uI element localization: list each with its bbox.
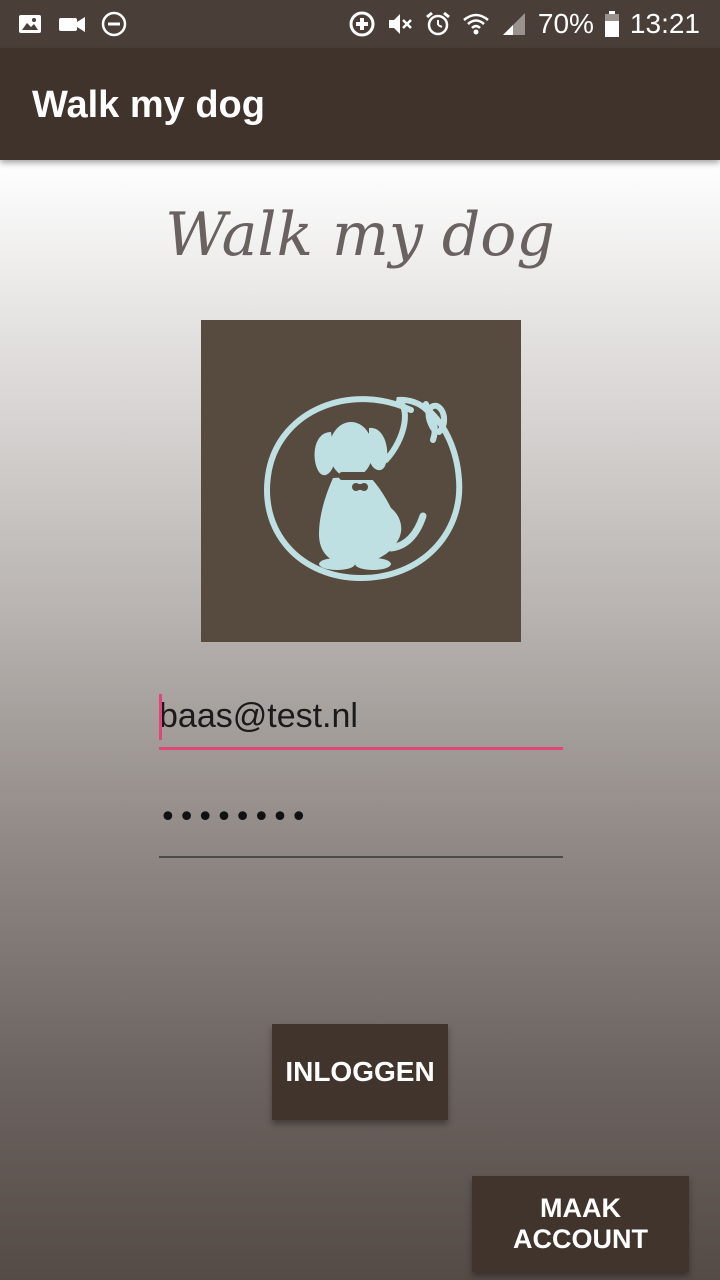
alarm-icon: [424, 10, 452, 38]
password-underline: [159, 856, 563, 858]
do-not-disturb-icon: [100, 10, 128, 38]
signal-icon: [500, 10, 528, 38]
text-cursor: [159, 694, 162, 740]
login-button[interactable]: INLOGGEN: [272, 1024, 448, 1120]
password-field[interactable]: ••••••••: [159, 794, 563, 858]
battery-percent: 70%: [537, 8, 594, 39]
app-title: Walk my dog: [32, 84, 265, 126]
create-account-button[interactable]: MAAK ACCOUNT: [472, 1176, 689, 1272]
status-bar: 70% 13:21: [0, 0, 720, 48]
logo-script-title: Walk my dog: [165, 200, 555, 270]
clock: 13:21: [629, 8, 700, 39]
image-icon: [16, 10, 44, 38]
password-input[interactable]: ••••••••: [159, 800, 309, 835]
email-input[interactable]: [159, 686, 563, 746]
app-bar: Walk my dog: [0, 48, 720, 160]
app-logo: [201, 320, 521, 642]
mute-icon: [386, 10, 414, 38]
email-underline: [159, 747, 563, 750]
battery-icon: [604, 10, 620, 38]
data-saver-icon: [348, 10, 376, 38]
email-field[interactable]: [159, 686, 563, 750]
wifi-icon: [462, 10, 490, 38]
status-left-icons: [16, 0, 128, 48]
login-screen: Walk my dog baas@test.nl •••••••• INLOGG…: [0, 160, 720, 1280]
status-right-icons: 70% 13:21: [348, 0, 700, 48]
dog-with-leash-logo: [264, 396, 463, 582]
video-camera-icon: [58, 10, 86, 38]
